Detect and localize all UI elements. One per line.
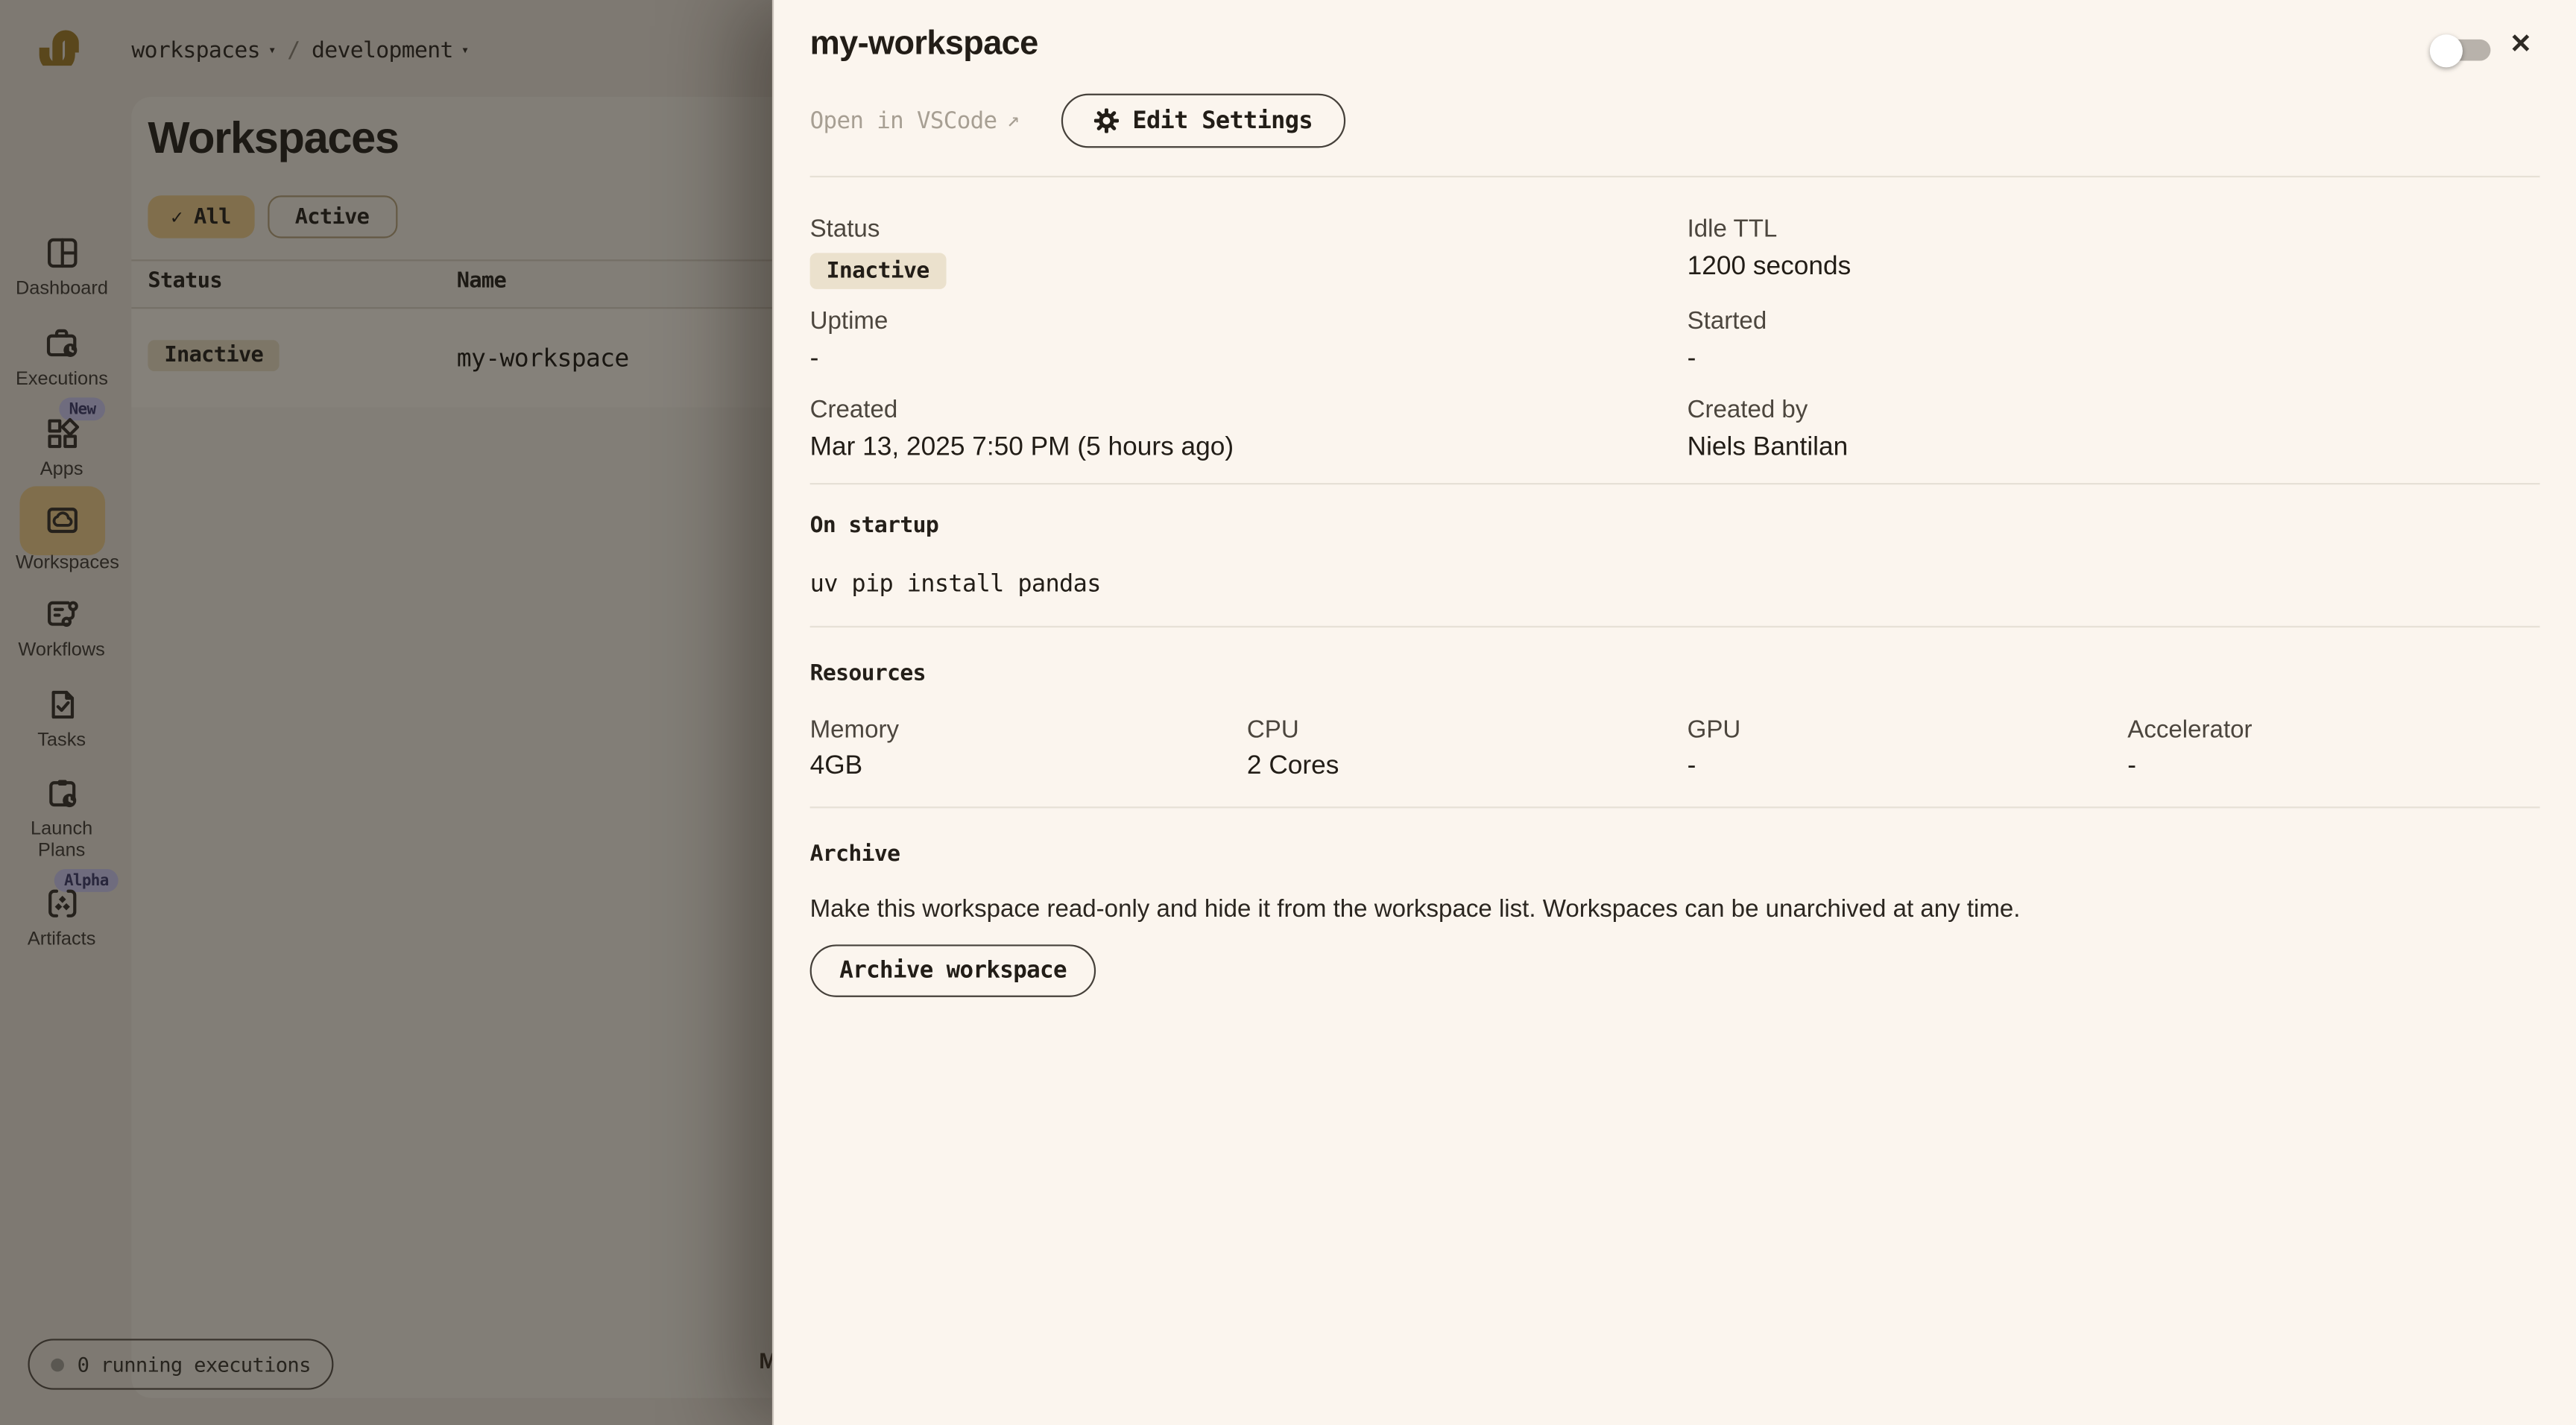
drawer-header: my-workspace ✕ Open in VSCode ↗ — [774, 0, 2576, 177]
arrow-up-right-icon: ↗ — [1007, 108, 1020, 133]
drawer-actions: Open in VSCode ↗ Edit Settings — [810, 94, 2540, 148]
status-badge: Inactive — [810, 253, 946, 288]
resources-section: Resources Memory 4GB CPU 2 Cores GPU - A… — [774, 628, 2576, 806]
edit-settings-button[interactable]: Edit Settings — [1062, 94, 1345, 148]
drawer-title: my-workspace — [810, 23, 2540, 64]
detail-idle-ttl: Idle TTL 1200 seconds — [1688, 214, 2540, 289]
detail-label: Idle TTL — [1688, 214, 2540, 245]
resources-label: Resources — [810, 660, 2540, 688]
startup-command: uv pip install pandas — [810, 569, 2540, 601]
detail-value: Mar 13, 2025 7:50 PM (5 hours ago) — [810, 430, 1688, 466]
resource-gpu: GPU - — [1688, 716, 2128, 786]
resource-value: - — [1688, 749, 2128, 785]
detail-created-by: Created by Niels Bantilan — [1688, 394, 2540, 467]
detail-grid: Status Inactive Idle TTL 1200 seconds Up… — [774, 177, 2576, 483]
detail-started: Started - — [1688, 306, 2540, 378]
detail-label: Created — [810, 394, 1688, 426]
resource-memory: Memory 4GB — [810, 716, 1247, 786]
application-window: workspaces ▾ / development ▾ Dashboard — [0, 0, 2576, 1425]
detail-value: - — [810, 341, 1688, 377]
archive-section: Archive Make this workspace read-only an… — [774, 808, 2576, 996]
detail-created: Created Mar 13, 2025 7:50 PM (5 hours ag… — [810, 394, 1688, 467]
archive-workspace-button[interactable]: Archive workspace — [810, 944, 1096, 997]
resource-value: - — [2127, 749, 2539, 785]
workspace-detail-drawer: my-workspace ✕ Open in VSCode ↗ — [772, 0, 2576, 1425]
open-in-vscode-link[interactable]: Open in VSCode ↗ — [810, 107, 1020, 133]
detail-label: Status — [810, 214, 1688, 245]
detail-status: Status Inactive — [810, 214, 1688, 289]
detail-value: 1200 seconds — [1688, 250, 2540, 285]
detail-label: Uptime — [810, 306, 1688, 337]
archive-label: Archive — [810, 841, 2540, 868]
edit-settings-label: Edit Settings — [1132, 107, 1313, 133]
gear-icon — [1095, 108, 1120, 133]
detail-uptime: Uptime - — [810, 306, 1688, 378]
divider — [810, 176, 2540, 177]
archive-description: Make this workspace read-only and hide i… — [810, 894, 2540, 926]
detail-label: Created by — [1688, 394, 2540, 426]
on-startup-section: On startup uv pip install pandas — [774, 484, 2576, 626]
resource-value: 4GB — [810, 749, 1247, 785]
close-icon[interactable]: ✕ — [2510, 28, 2532, 60]
workspace-power-toggle[interactable] — [2433, 40, 2490, 61]
resources-grid: Memory 4GB CPU 2 Cores GPU - Accelerator… — [810, 716, 2540, 786]
resource-accelerator: Accelerator - — [2127, 716, 2539, 786]
resource-label: Accelerator — [2127, 716, 2539, 746]
toggle-knob — [2430, 34, 2463, 66]
detail-value: - — [1688, 341, 2540, 377]
resource-label: Memory — [810, 716, 1247, 746]
resource-cpu: CPU 2 Cores — [1247, 716, 1688, 786]
detail-value: Niels Bantilan — [1688, 430, 2540, 466]
on-startup-label: On startup — [810, 513, 2540, 540]
resource-value: 2 Cores — [1247, 749, 1688, 785]
detail-label: Started — [1688, 306, 2540, 337]
open-in-vscode-label: Open in VSCode — [810, 107, 997, 133]
resource-label: CPU — [1247, 716, 1688, 746]
resource-label: GPU — [1688, 716, 2128, 746]
